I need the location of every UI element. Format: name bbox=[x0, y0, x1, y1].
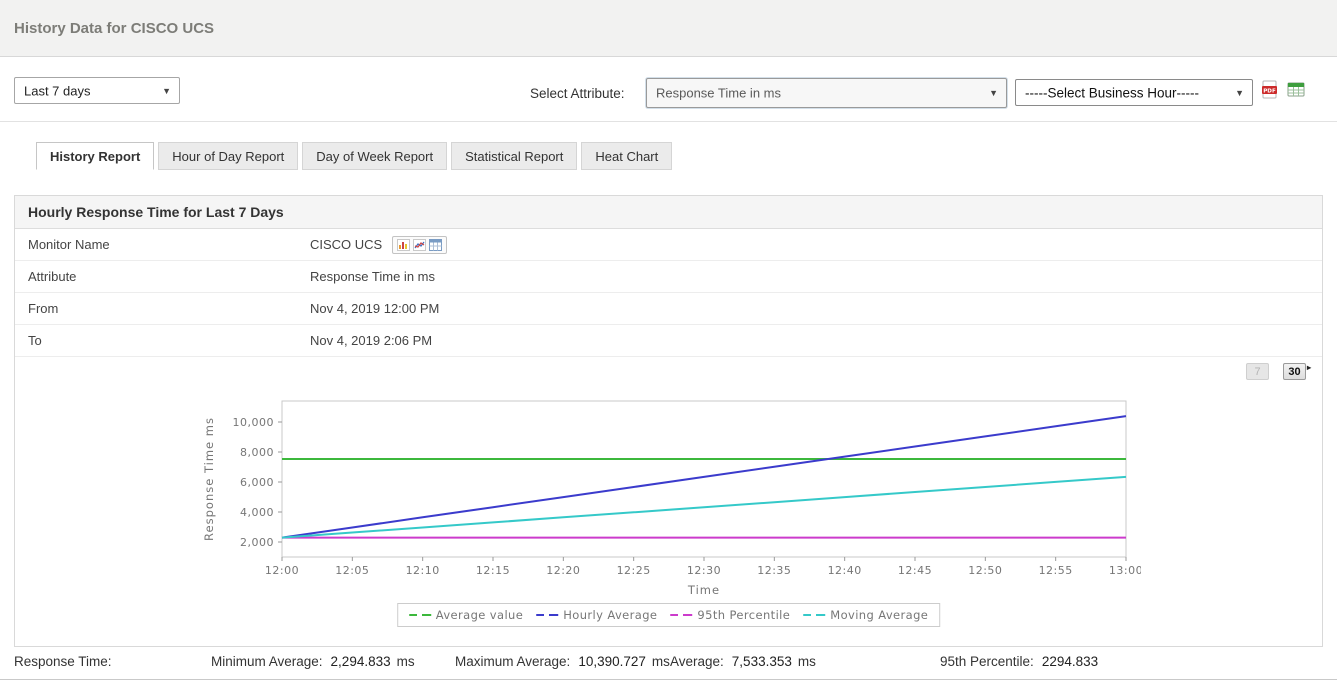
period-select-value: Last 7 days bbox=[24, 83, 91, 98]
row-label: To bbox=[15, 325, 310, 356]
business-hour-select-value: -----Select Business Hour----- bbox=[1025, 85, 1199, 100]
attribute-select-value: Response Time in ms bbox=[656, 86, 781, 101]
legend-line-icon bbox=[536, 614, 558, 616]
row-label: Attribute bbox=[15, 261, 310, 292]
svg-text:Time: Time bbox=[687, 583, 720, 597]
tab-history-report[interactable]: History Report bbox=[36, 142, 154, 170]
svg-text:12:05: 12:05 bbox=[335, 564, 369, 577]
report-title: Hourly Response Time for Last 7 Days bbox=[15, 196, 1322, 229]
tab-hour-of-day-report[interactable]: Hour of Day Report bbox=[158, 142, 298, 170]
chevron-down-icon: ▼ bbox=[989, 88, 998, 98]
attribute-select[interactable]: Response Time in ms ▼ bbox=[646, 78, 1007, 108]
report-panel: Hourly Response Time for Last 7 Days Mon… bbox=[14, 195, 1323, 647]
svg-text:6,000: 6,000 bbox=[240, 476, 274, 489]
legend-item: Moving Average bbox=[803, 608, 928, 622]
chevron-down-icon: ▼ bbox=[1235, 88, 1244, 98]
pdf-export-icon[interactable]: PDF bbox=[1260, 80, 1280, 100]
legend-line-icon bbox=[409, 614, 431, 616]
row-label: From bbox=[15, 293, 310, 324]
svg-text:PDF: PDF bbox=[1263, 88, 1276, 94]
range-30-button[interactable]: 30▸ bbox=[1283, 363, 1306, 380]
history-chart-svg: 2,000 4,000 6,000 8,000 10,000 12:00 12:05 12:1… bbox=[191, 391, 1141, 603]
legend-item: 95th Percentile bbox=[670, 608, 790, 622]
svg-text:12:15: 12:15 bbox=[476, 564, 510, 577]
bar-chart-icon bbox=[397, 239, 410, 251]
report-tabs: History Report Hour of Day Report Day of… bbox=[36, 142, 676, 170]
svg-text:2,000: 2,000 bbox=[240, 536, 274, 549]
tab-heat-chart[interactable]: Heat Chart bbox=[581, 142, 672, 170]
legend-item: Hourly Average bbox=[536, 608, 657, 622]
table-row: Attribute Response Time in ms bbox=[15, 261, 1322, 293]
page-title: History Data for CISCO UCS bbox=[14, 0, 214, 57]
page-header: History Data for CISCO UCS bbox=[0, 0, 1337, 57]
summary-label: Response Time: bbox=[14, 654, 112, 669]
svg-text:4,000: 4,000 bbox=[240, 506, 274, 519]
data-table-icon bbox=[429, 239, 442, 251]
average-stat: Average:7,533.353ms bbox=[670, 654, 816, 669]
toolbar: Last 7 days ▼ Select Attribute: Response… bbox=[0, 58, 1337, 122]
summary-bar: Response Time: Minimum Average:2,294.833… bbox=[0, 647, 1337, 680]
monitor-graph-links[interactable] bbox=[392, 236, 447, 254]
period-select[interactable]: Last 7 days ▼ bbox=[14, 77, 180, 104]
table-row: Monitor Name CISCO UCS bbox=[15, 229, 1322, 261]
chart-legend: Average value Hourly Average 95th Percen… bbox=[397, 603, 941, 627]
chart-range-buttons: 7 30▸ bbox=[1246, 363, 1306, 380]
table-row: To Nov 4, 2019 2:06 PM bbox=[15, 325, 1322, 357]
svg-text:12:45: 12:45 bbox=[898, 564, 932, 577]
csv-export-icon[interactable] bbox=[1286, 80, 1306, 100]
max-average-stat: Maximum Average:10,390.727ms bbox=[455, 654, 670, 669]
chevron-down-icon: ▼ bbox=[162, 86, 171, 96]
from-value: Nov 4, 2019 12:00 PM bbox=[310, 293, 439, 325]
svg-text:10,000: 10,000 bbox=[233, 416, 275, 429]
svg-text:Response Time ms: Response Time ms bbox=[202, 417, 216, 541]
svg-text:12:00: 12:00 bbox=[265, 564, 299, 577]
svg-text:13:00: 13:00 bbox=[1109, 564, 1141, 577]
table-row: From Nov 4, 2019 12:00 PM bbox=[15, 293, 1322, 325]
row-label: Monitor Name bbox=[15, 229, 310, 260]
legend-line-icon bbox=[803, 614, 825, 616]
svg-text:8,000: 8,000 bbox=[240, 446, 274, 459]
tab-day-of-week-report[interactable]: Day of Week Report bbox=[302, 142, 447, 170]
monitor-name-value: CISCO UCS bbox=[310, 229, 382, 261]
svg-text:12:55: 12:55 bbox=[1039, 564, 1073, 577]
range-7-button[interactable]: 7 bbox=[1246, 363, 1269, 380]
svg-text:12:10: 12:10 bbox=[406, 564, 440, 577]
expand-arrow-icon: ▸ bbox=[1307, 360, 1311, 376]
history-chart: 2,000 4,000 6,000 8,000 10,000 12:00 12:05 12:1… bbox=[191, 391, 1141, 603]
to-value: Nov 4, 2019 2:06 PM bbox=[310, 325, 432, 357]
legend-line-icon bbox=[670, 614, 692, 616]
percentile-95-stat: 95th Percentile:2294.833 bbox=[940, 654, 1104, 669]
svg-text:12:30: 12:30 bbox=[687, 564, 721, 577]
tab-statistical-report[interactable]: Statistical Report bbox=[451, 142, 577, 170]
business-hour-select[interactable]: -----Select Business Hour----- ▼ bbox=[1015, 79, 1253, 106]
select-attribute-label: Select Attribute: bbox=[530, 86, 625, 101]
svg-text:12:40: 12:40 bbox=[828, 564, 862, 577]
attribute-value: Response Time in ms bbox=[310, 261, 435, 293]
svg-text:12:20: 12:20 bbox=[546, 564, 580, 577]
svg-text:12:25: 12:25 bbox=[617, 564, 651, 577]
legend-item: Average value bbox=[409, 608, 524, 622]
history-data-page: History Data for CISCO UCS Last 7 days ▼… bbox=[0, 0, 1337, 685]
svg-text:12:50: 12:50 bbox=[968, 564, 1002, 577]
svg-text:12:35: 12:35 bbox=[757, 564, 791, 577]
min-average-stat: Minimum Average:2,294.833ms bbox=[211, 654, 415, 669]
line-chart-icon bbox=[413, 239, 426, 251]
